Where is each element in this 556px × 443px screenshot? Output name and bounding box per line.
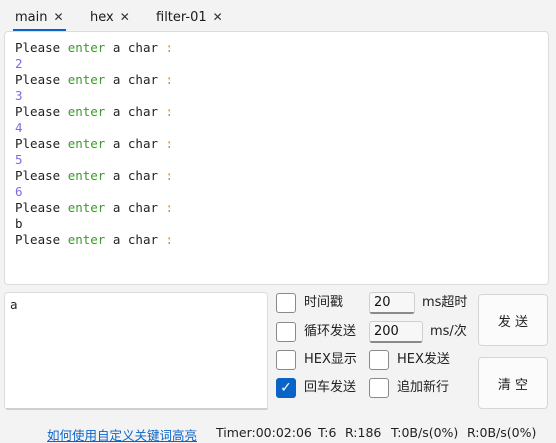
tab-bar: main ✕ hex ✕ filter-01 ✕ <box>0 0 556 31</box>
prompt-line: Please enter a char : <box>15 168 174 183</box>
tab-label: filter-01 <box>156 9 207 25</box>
received-value: 3 <box>15 88 23 103</box>
received-value: 4 <box>15 120 23 135</box>
hex-display-checkbox[interactable] <box>276 350 296 370</box>
append-newline-label: 追加新行 <box>397 380 450 395</box>
prompt-line: Please enter a char : <box>15 72 174 87</box>
timestamp-label: 时间戳 <box>304 295 344 310</box>
hex-display-label: HEX显示 <box>304 352 357 367</box>
prompt-line: Please enter a char : <box>15 136 174 151</box>
highlight-help-link[interactable]: 如何使用自定义关键词高亮 <box>47 425 197 443</box>
hex-send-checkbox[interactable] <box>369 350 389 370</box>
tab-label: main <box>15 9 48 25</box>
tx-count: T:6 <box>318 425 337 440</box>
send-input[interactable]: a <box>4 292 268 410</box>
loop-send-label: 循环发送 <box>304 324 357 339</box>
hex-send-label: HEX发送 <box>397 352 450 367</box>
receive-output[interactable]: Please enter a char : 2 Please enter a c… <box>4 31 549 285</box>
send-button[interactable]: 发 送 <box>478 294 548 346</box>
prompt-line: Please enter a char : <box>15 232 174 247</box>
rx-count: R:186 <box>345 425 382 440</box>
loop-send-checkbox[interactable] <box>276 322 296 342</box>
timeout-input[interactable]: 20 <box>369 292 415 314</box>
enter-send-label: 回车发送 <box>304 380 357 395</box>
enter-send-checkbox[interactable]: ✓ <box>276 378 296 398</box>
received-value: 2 <box>15 56 23 71</box>
send-input-underline <box>6 408 268 410</box>
append-newline-checkbox[interactable] <box>369 378 389 398</box>
close-icon[interactable]: ✕ <box>213 11 223 23</box>
timeout-unit-label: ms超时 <box>422 295 468 310</box>
received-value: 5 <box>15 152 23 167</box>
prompt-line: Please enter a char : <box>15 40 174 55</box>
prompt-line: Please enter a char : <box>15 104 174 119</box>
clear-button[interactable]: 清 空 <box>478 357 548 409</box>
received-value: 6 <box>15 184 23 199</box>
loop-unit-label: ms/次 <box>430 324 467 339</box>
received-value: b <box>15 216 23 231</box>
timer-readout: Timer:00:02:06 <box>216 425 312 440</box>
close-icon[interactable]: ✕ <box>120 11 130 23</box>
tx-rate: T:0B/s(0%) <box>391 425 459 440</box>
prompt-line: Please enter a char : <box>15 200 174 215</box>
tab-label: hex <box>90 9 114 25</box>
tab-filter-01[interactable]: filter-01 ✕ <box>156 6 223 28</box>
tab-hex[interactable]: hex ✕ <box>90 6 130 28</box>
rx-rate: R:0B/s(0%) <box>467 425 537 440</box>
tab-main[interactable]: main ✕ <box>13 6 66 31</box>
loop-interval-input[interactable]: 200 <box>369 321 423 343</box>
timestamp-checkbox[interactable] <box>276 293 296 313</box>
close-icon[interactable]: ✕ <box>53 11 63 23</box>
